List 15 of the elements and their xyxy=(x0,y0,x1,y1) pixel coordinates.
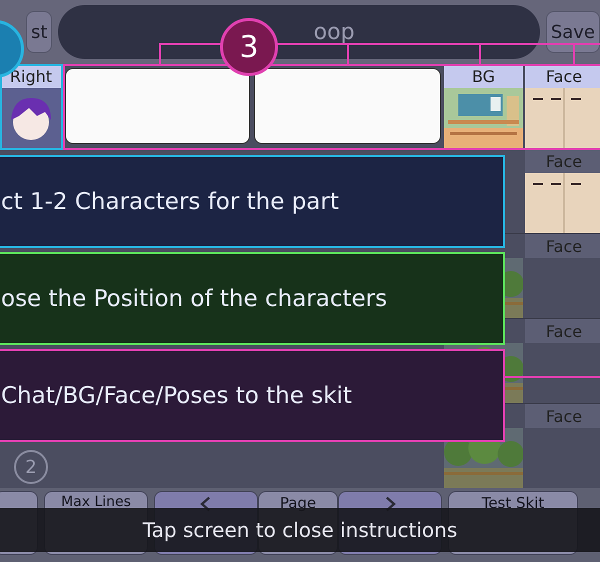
instruction-banner: ct 1-2 Characters for the part xyxy=(0,155,505,248)
top-left-button[interactable]: st xyxy=(26,11,52,53)
face-label: Face xyxy=(525,64,600,88)
chat-box[interactable] xyxy=(65,68,250,144)
instructions-toast[interactable]: Tap screen to close instructions xyxy=(0,508,600,552)
face-label: Face xyxy=(525,404,600,428)
save-button[interactable]: Save xyxy=(546,11,600,53)
instruction-banner: ose the Position of the characters xyxy=(0,252,505,345)
bg-label: BG xyxy=(444,64,523,88)
slot-number: 2 xyxy=(14,450,48,484)
face-label: Face xyxy=(525,149,600,173)
chat-box[interactable] xyxy=(254,68,441,144)
face-label: Face xyxy=(525,319,600,343)
face-label: Face xyxy=(525,234,600,258)
instruction-banner: Chat/BG/Face/Poses to the skit xyxy=(0,349,505,442)
